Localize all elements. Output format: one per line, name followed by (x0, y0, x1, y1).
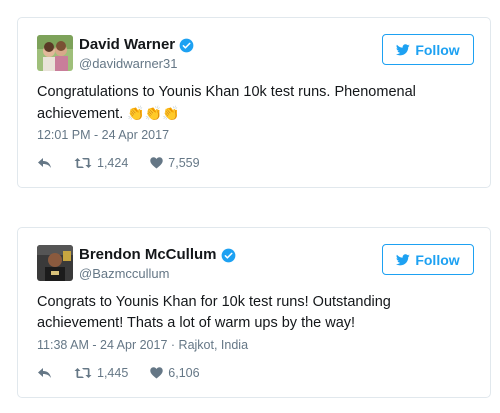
handle[interactable]: @davidwarner31 (79, 55, 194, 73)
reply-button[interactable] (37, 367, 52, 379)
retweet-button[interactable]: 1,424 (74, 156, 128, 170)
tweet-body: Congrats to Younis Khan for 10k test run… (37, 294, 391, 331)
retweet-icon (74, 158, 92, 168)
like-button[interactable]: 7,559 (150, 156, 200, 170)
follow-label: Follow (415, 41, 460, 58)
clapping-emoji: 👏👏👏 (127, 105, 180, 121)
display-name[interactable]: David Warner (79, 36, 175, 54)
bird-icon (396, 253, 411, 265)
heart-icon (150, 157, 163, 169)
tweet-meta: 11:38 AM - 24 Apr 2017 · Rajkot, India (37, 337, 248, 353)
avatar[interactable] (37, 35, 73, 71)
tweet-text: Congrats to Younis Khan for 10k test run… (37, 292, 473, 334)
tweet-card: Brendon McCullum @Bazmccullum Follow Con… (17, 227, 491, 398)
timestamp[interactable]: 11:38 AM - 24 Apr 2017 (37, 338, 167, 352)
like-count: 6,106 (168, 366, 200, 380)
meta-separator: · (170, 338, 179, 352)
heart-icon (150, 367, 163, 379)
reply-icon (38, 368, 51, 378)
timestamp[interactable]: 12:01 PM - 24 Apr 2017 (37, 128, 169, 142)
retweet-count: 1,424 (97, 156, 129, 170)
tweet-card: David Warner @davidwarner31 Follow Congr… (17, 17, 491, 188)
tweet-meta: 12:01 PM - 24 Apr 2017 (37, 127, 169, 143)
tweet-actions: 1,445 6,106 (37, 366, 200, 380)
avatar[interactable] (37, 245, 73, 281)
reply-button[interactable] (37, 157, 52, 169)
handle[interactable]: @Bazmccullum (79, 265, 236, 283)
bird-icon (396, 43, 411, 55)
follow-label: Follow (415, 251, 460, 268)
location[interactable]: Rajkot, India (179, 338, 248, 352)
reply-icon (38, 158, 51, 168)
retweet-icon (74, 368, 92, 378)
retweet-count: 1,445 (97, 366, 129, 380)
verified-icon (221, 248, 235, 262)
verified-icon (179, 38, 194, 52)
display-name[interactable]: Brendon McCullum (79, 246, 217, 264)
follow-button[interactable]: Follow (382, 34, 474, 65)
tweet-body: Congratulations to Younis Khan 10k test … (37, 84, 416, 122)
tweet-text: Congratulations to Younis Khan 10k test … (37, 82, 473, 125)
tweet-actions: 1,424 7,559 (37, 156, 200, 170)
follow-button[interactable]: Follow (382, 244, 474, 275)
like-button[interactable]: 6,106 (150, 366, 200, 380)
retweet-button[interactable]: 1,445 (74, 366, 128, 380)
like-count: 7,559 (168, 156, 200, 170)
